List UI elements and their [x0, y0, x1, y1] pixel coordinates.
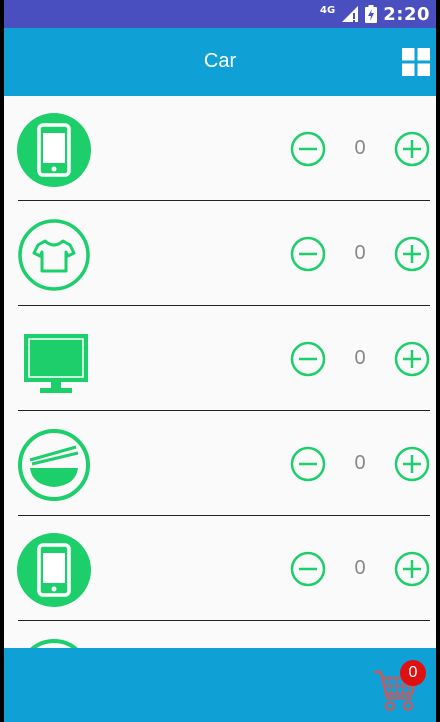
phone-icon	[17, 113, 91, 187]
increment-button[interactable]	[394, 446, 430, 482]
decrement-button[interactable]	[290, 551, 326, 587]
list-item: 0	[4, 201, 436, 306]
app-bar: Car	[4, 28, 436, 96]
decrement-button[interactable]	[290, 236, 326, 272]
battery-charging-icon	[365, 5, 378, 23]
list-item: 0	[4, 96, 436, 201]
app-screen: 4G 2:20 Car 0 0 0 0 0 0	[4, 0, 436, 722]
bottom-bar: 0	[4, 648, 436, 722]
quantity-stepper: 0	[286, 236, 436, 274]
decrement-button[interactable]	[290, 446, 326, 482]
product-list: 0 0 0 0 0	[4, 96, 436, 648]
cart-button[interactable]: 0	[370, 656, 426, 716]
quantity-stepper: 0	[286, 131, 436, 169]
list-item: 0	[4, 306, 436, 411]
quantity-value: 0	[354, 242, 366, 264]
increment-button[interactable]	[394, 551, 430, 587]
partial-icon	[30, 639, 78, 648]
cart-count-badge: 0	[400, 660, 426, 686]
decrement-button[interactable]	[290, 131, 326, 167]
tshirt-icon	[18, 219, 90, 291]
signal-icon	[342, 6, 359, 22]
clock: 2:20	[383, 3, 430, 25]
quantity-value: 0	[354, 347, 366, 369]
status-icons: 4G 2:20	[320, 3, 430, 25]
increment-button[interactable]	[394, 236, 430, 272]
quantity-stepper: 0	[286, 446, 436, 484]
quantity-value: 0	[354, 557, 366, 579]
page-title: Car	[203, 50, 237, 72]
status-bar: 4G 2:20	[4, 0, 436, 28]
quantity-stepper: 0	[286, 551, 436, 589]
increment-button[interactable]	[394, 341, 430, 377]
list-item	[4, 621, 436, 648]
quantity-value: 0	[354, 137, 366, 159]
quantity-stepper: 0	[286, 341, 436, 379]
bowl-icon	[18, 429, 90, 501]
list-item: 0	[4, 516, 436, 621]
list-item: 0	[4, 411, 436, 516]
monitor-icon	[24, 334, 88, 393]
phone-icon	[17, 533, 91, 607]
network-label: 4G	[320, 4, 336, 16]
increment-button[interactable]	[394, 131, 430, 167]
quantity-value: 0	[354, 452, 366, 474]
decrement-button[interactable]	[290, 341, 326, 377]
grid-icon[interactable]	[402, 48, 430, 76]
